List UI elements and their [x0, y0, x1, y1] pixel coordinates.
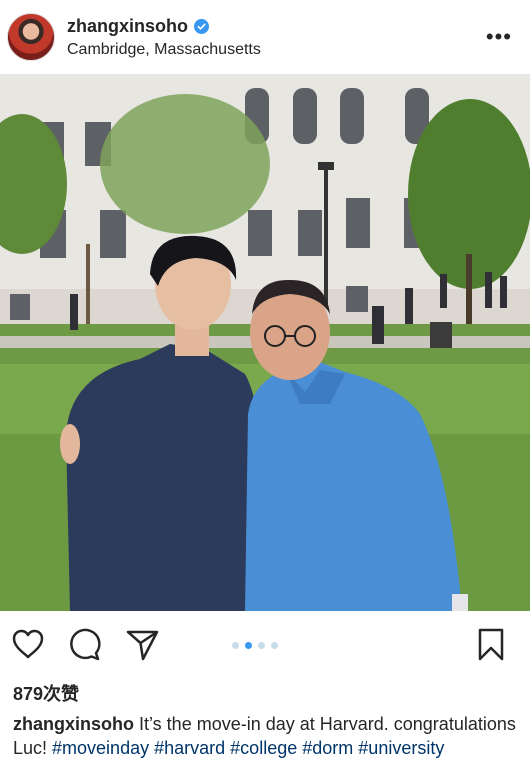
action-bar: [0, 616, 530, 674]
carousel-dot: [271, 642, 278, 649]
carousel-indicator: [232, 642, 278, 649]
location[interactable]: Cambridge, Massachusetts: [67, 41, 480, 59]
hashtag-link[interactable]: #moveinday: [52, 738, 149, 758]
instagram-post: zhangxinsoho Cambridge, Massachusetts ••…: [0, 0, 530, 783]
hashtag-link[interactable]: #university: [358, 738, 444, 758]
hashtag-link[interactable]: #dorm: [302, 738, 353, 758]
username[interactable]: zhangxinsoho: [67, 16, 188, 37]
more-options-icon[interactable]: •••: [480, 24, 518, 50]
hashtag-link[interactable]: #college: [230, 738, 297, 758]
avatar[interactable]: [7, 13, 55, 61]
post-photo[interactable]: [0, 74, 530, 611]
hashtag-link[interactable]: #harvard: [154, 738, 225, 758]
post-header: zhangxinsoho Cambridge, Massachusetts ••…: [0, 0, 530, 74]
bookmark-icon[interactable]: [473, 626, 509, 662]
likes-count[interactable]: 879次赞: [13, 680, 79, 706]
paper-plane-icon[interactable]: [124, 626, 160, 662]
caption-username[interactable]: zhangxinsoho: [13, 714, 134, 734]
verified-badge-icon: [194, 18, 209, 34]
post-caption: zhangxinsoho It’s the move-in day at Har…: [13, 712, 518, 760]
carousel-dot: [232, 642, 239, 649]
user-row: zhangxinsoho: [67, 16, 480, 37]
comment-icon[interactable]: [66, 626, 102, 662]
header-text: zhangxinsoho Cambridge, Massachusetts: [67, 16, 480, 59]
heart-icon[interactable]: [10, 626, 46, 662]
carousel-dot: [258, 642, 265, 649]
carousel-dot-active: [245, 642, 252, 649]
